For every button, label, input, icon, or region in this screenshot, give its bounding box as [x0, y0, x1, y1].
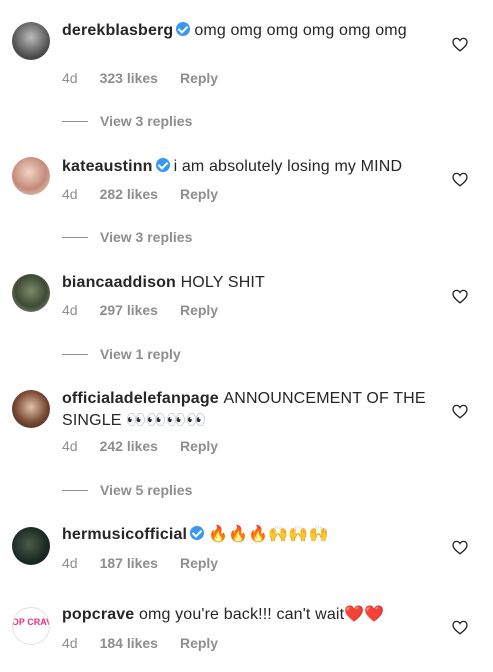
divider-line — [62, 353, 88, 355]
likes-count[interactable]: 187 likes — [100, 555, 158, 571]
likes-count[interactable]: 184 likes — [100, 635, 158, 651]
comment-body: kateaustinn i am absolutely losing my MIN… — [62, 156, 432, 178]
reply-button[interactable]: Reply — [180, 70, 218, 86]
comment-body: derekblasberg omg omg omg omg omg omg — [62, 20, 432, 42]
view-replies-label[interactable]: View 5 replies — [100, 482, 192, 498]
username-link[interactable]: popcrave — [62, 606, 134, 623]
comment-body: popcrave omg you're back!!! can't wait❤️… — [62, 604, 432, 626]
timestamp: 4d — [62, 302, 78, 318]
avatar[interactable] — [12, 527, 50, 565]
likes-count[interactable]: 282 likes — [100, 186, 158, 202]
verified-badge-icon — [155, 158, 170, 172]
comment-meta: 4d 242 likes Reply — [62, 438, 240, 454]
timestamp: 4d — [62, 635, 78, 651]
heart-outline-icon[interactable] — [452, 289, 468, 304]
timestamp: 4d — [62, 555, 78, 571]
timestamp: 4d — [62, 70, 78, 86]
heart-outline-icon[interactable] — [452, 540, 468, 555]
likes-count[interactable]: 323 likes — [100, 70, 158, 86]
view-replies-button[interactable]: View 3 replies — [62, 229, 192, 245]
comment-body: biancaaddison HOLY SHIT — [62, 272, 432, 294]
view-replies-button[interactable]: View 1 reply — [62, 346, 181, 362]
comment-meta: 4d 282 likes Reply — [62, 186, 240, 202]
comment-text: HOLY SHIT — [180, 274, 265, 291]
divider-line — [62, 236, 88, 238]
comment-body: officialadelefanpage ANNOUNCEMENT OF THE… — [62, 388, 432, 432]
username-link[interactable]: biancaaddison — [62, 274, 176, 291]
timestamp: 4d — [62, 438, 78, 454]
heart-outline-icon[interactable] — [452, 172, 468, 187]
reply-button[interactable]: Reply — [180, 635, 218, 651]
comment-meta: 4d 323 likes Reply — [62, 70, 240, 86]
popcrave-logo-avatar[interactable]: POP CRAVE — [12, 607, 50, 645]
heart-outline-icon[interactable] — [452, 37, 468, 52]
reply-button[interactable]: Reply — [180, 302, 218, 318]
comment-meta: 4d 297 likes Reply — [62, 302, 240, 318]
timestamp: 4d — [62, 186, 78, 202]
view-replies-label[interactable]: View 3 replies — [100, 113, 192, 129]
view-replies-label[interactable]: View 1 reply — [100, 346, 181, 362]
comment-meta: 4d 184 likes Reply — [62, 635, 240, 651]
comment-text: omg you're back!!! can't wait❤️❤️ — [138, 606, 385, 623]
username-link[interactable]: officialadelefanpage — [62, 390, 219, 407]
avatar[interactable] — [12, 274, 50, 312]
username-link[interactable]: derekblasberg — [62, 22, 173, 39]
view-replies-label[interactable]: View 3 replies — [100, 229, 192, 245]
comment-text: 🔥🔥🔥🙌🙌🙌 — [208, 526, 329, 543]
divider-line — [62, 120, 88, 122]
comment-text: i am absolutely losing my MIND — [173, 158, 403, 175]
username-link[interactable]: hermusicofficial — [62, 526, 187, 543]
reply-button[interactable]: Reply — [180, 555, 218, 571]
likes-count[interactable]: 242 likes — [100, 438, 158, 454]
divider-line — [62, 489, 88, 491]
comment-text: omg omg omg omg omg omg — [194, 22, 407, 39]
comment-meta: 4d 187 likes Reply — [62, 555, 240, 571]
reply-button[interactable]: Reply — [180, 186, 218, 202]
reply-button[interactable]: Reply — [180, 438, 218, 454]
view-replies-button[interactable]: View 5 replies — [62, 482, 192, 498]
verified-badge-icon — [176, 22, 191, 36]
comment-body: hermusicofficial 🔥🔥🔥🙌🙌🙌 — [62, 524, 432, 546]
username-link[interactable]: kateaustinn — [62, 158, 153, 175]
verified-badge-icon — [190, 526, 205, 540]
heart-outline-icon[interactable] — [452, 620, 468, 635]
svg-text:POP CRAVE: POP CRAVE — [13, 617, 50, 627]
popcrave-logo: POP CRAVE — [13, 617, 50, 627]
avatar[interactable] — [12, 390, 50, 428]
likes-count[interactable]: 297 likes — [100, 302, 158, 318]
heart-outline-icon[interactable] — [452, 404, 468, 419]
avatar[interactable] — [12, 22, 50, 60]
view-replies-button[interactable]: View 3 replies — [62, 113, 192, 129]
avatar[interactable] — [12, 157, 50, 195]
